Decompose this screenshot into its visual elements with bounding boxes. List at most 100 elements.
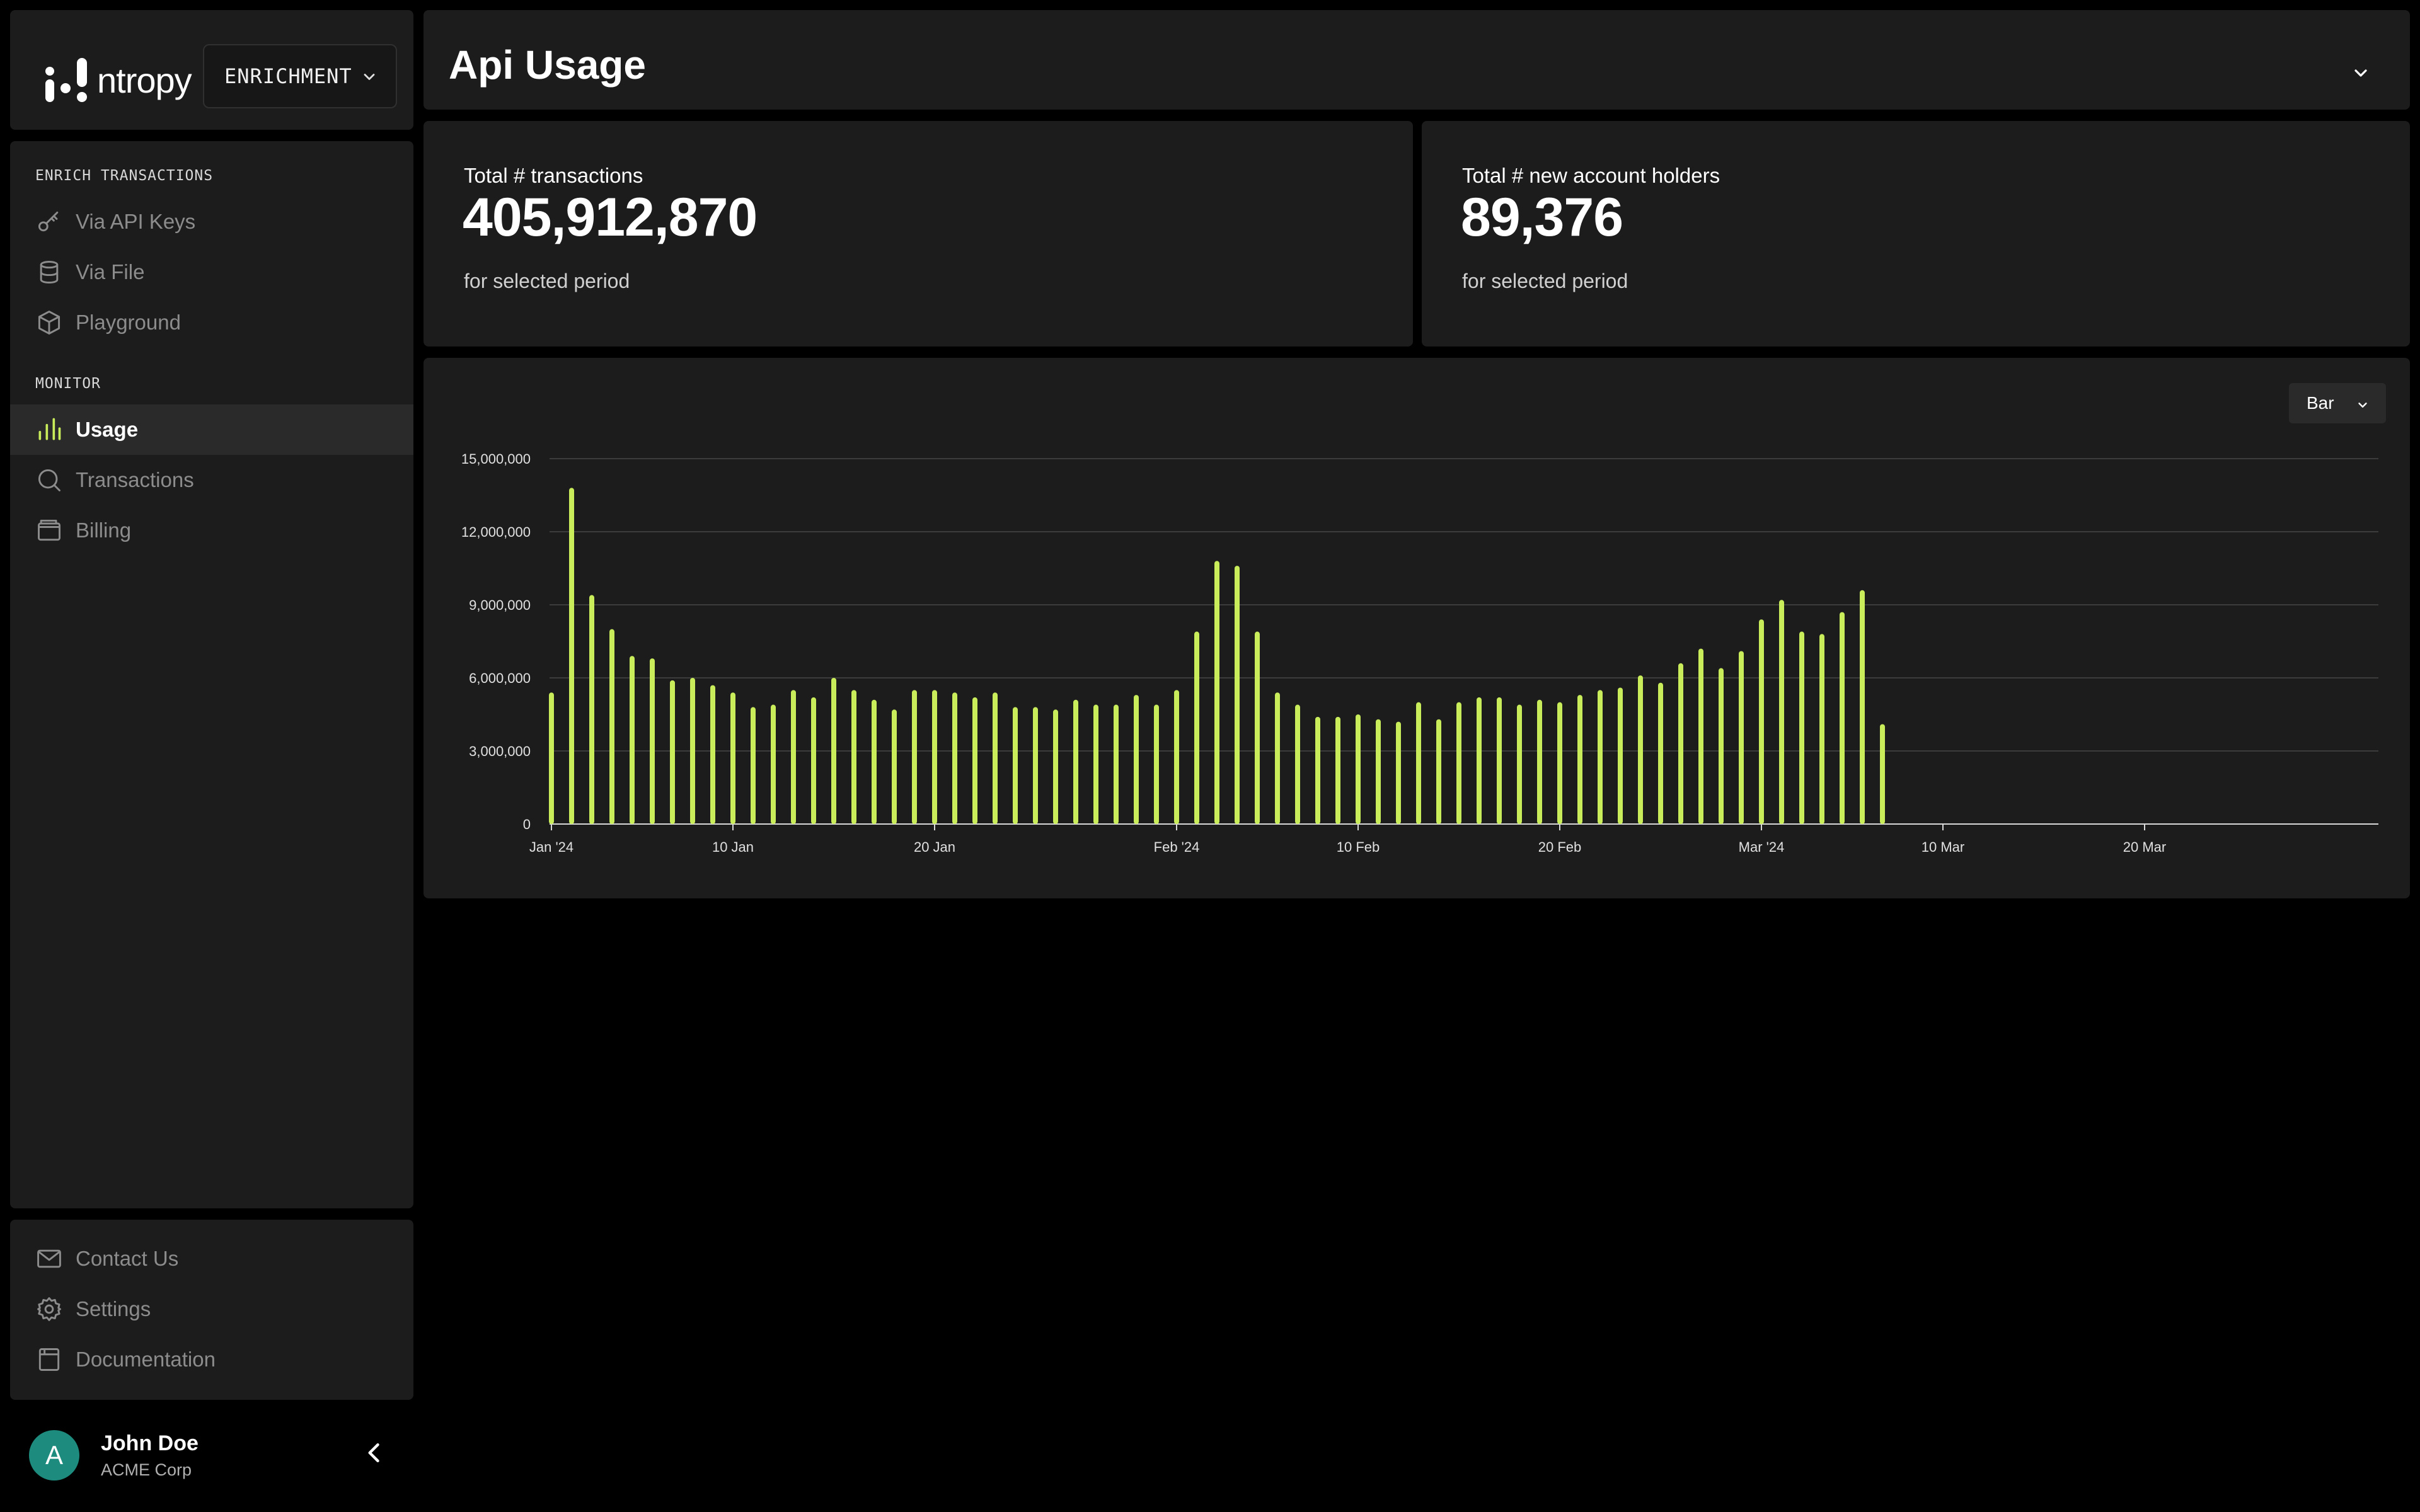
y-tick-label: 0	[523, 816, 531, 832]
chart-bar	[1456, 702, 1461, 824]
usage-chart-card: 0 3,000,000 6,000,000 9,000,000 12,000,000 15…	[424, 358, 2410, 898]
sidebar-item-label: Via API Keys	[76, 210, 196, 233]
stat-label: Total # new account holders	[1462, 164, 1720, 187]
y-tick-label: 12,000,000	[461, 524, 531, 540]
chart-bar	[1376, 719, 1381, 824]
chart-bar	[589, 595, 594, 824]
nav-section-enrich: ENRICH TRANSACTIONS	[35, 168, 214, 184]
x-tick-label: 20 Feb	[1538, 839, 1582, 855]
product-selector-label: ENRICHMENT	[224, 64, 352, 88]
x-tick-label: 10 Feb	[1337, 839, 1380, 855]
chart-bar	[1194, 631, 1199, 824]
chart-bar	[1577, 695, 1582, 824]
chart-bar	[1436, 719, 1441, 824]
gear-icon	[37, 1297, 61, 1321]
chart-bar	[1497, 697, 1502, 824]
x-tick-label: Jan '24	[529, 839, 573, 855]
y-tick-label: 15,000,000	[461, 451, 531, 467]
chart-bar	[952, 692, 957, 824]
logo[interactable]: ntropy	[45, 58, 192, 102]
chart-bar	[1860, 590, 1865, 824]
user-org: ACME Corp	[101, 1460, 192, 1479]
brand-panel: ntropy ENRICHMENT	[10, 10, 413, 130]
sidebar-item-playground[interactable]: Playground	[10, 297, 413, 348]
chart-bar	[690, 678, 695, 824]
stat-label: Total # transactions	[464, 164, 643, 187]
sidebar-item-documentation[interactable]: Documentation	[10, 1334, 413, 1385]
nav-section-monitor: MONITOR	[35, 375, 101, 392]
sidebar-item-label: Playground	[76, 311, 181, 334]
chart-type-selector[interactable]: Bar	[2289, 383, 2386, 423]
usage-bar-chart: 0 3,000,000 6,000,000 9,000,000 12,000,000 15…	[461, 451, 2378, 855]
chart-bar	[1315, 716, 1320, 824]
x-tick-label: Mar '24	[1739, 839, 1785, 855]
chart-bar	[1073, 699, 1078, 824]
chart-bar	[1275, 692, 1280, 824]
chart-bar	[1356, 714, 1361, 824]
sidebar-item-via-file[interactable]: Via File	[10, 247, 413, 297]
stat-value: 89,376	[1461, 187, 1623, 248]
chart-bar	[1759, 619, 1764, 824]
cube-icon	[38, 311, 60, 335]
chart-bar	[1517, 704, 1522, 824]
chart-bar	[710, 685, 715, 824]
chart-bar	[831, 678, 836, 824]
chart-bar	[1638, 675, 1643, 824]
sidebar-item-label: Via File	[76, 260, 145, 284]
chart-bar	[1698, 648, 1703, 824]
chart-bar	[1114, 704, 1119, 824]
stat-card-transactions: Total # transactions 405,912,870 for sel…	[424, 121, 1413, 346]
sidebar-item-transactions[interactable]: Transactions	[10, 455, 413, 505]
chart-bar	[1799, 631, 1804, 824]
page-header: Api Usage	[424, 10, 2410, 110]
stat-card-new-account-holders: Total # new account holders 89,376 for s…	[1422, 121, 2410, 346]
chart-bar	[912, 690, 917, 824]
y-tick-label: 9,000,000	[469, 597, 531, 613]
y-tick-label: 3,000,000	[469, 743, 531, 759]
chart-bar	[1033, 707, 1038, 824]
sidebar-item-billing[interactable]: Billing	[10, 505, 413, 556]
chart-bar	[1013, 707, 1018, 824]
chevron-down-icon	[2358, 403, 2367, 408]
chart-bar	[851, 690, 856, 824]
y-tick-label: 6,000,000	[469, 670, 531, 686]
chevron-down-icon[interactable]	[2351, 63, 2371, 83]
chart-bar	[1779, 600, 1784, 824]
sidebar-item-label: Documentation	[76, 1348, 216, 1371]
chart-bar	[1840, 612, 1845, 824]
chart-bar	[811, 697, 816, 824]
chart-bar	[1255, 631, 1260, 824]
chart-bar	[609, 629, 614, 824]
chart-bar	[771, 704, 776, 824]
chart-type-label: Bar	[2307, 393, 2334, 413]
chart-bar	[1557, 702, 1562, 824]
logo-text: ntropy	[97, 60, 192, 100]
avatar[interactable]: A	[29, 1430, 79, 1480]
chart-bar	[630, 656, 635, 824]
chart-bar	[1819, 634, 1824, 824]
sidebar-item-contact-us[interactable]: Contact Us	[10, 1234, 413, 1284]
chart-bar	[892, 709, 897, 824]
chart-bar	[650, 658, 655, 824]
chart-bar	[932, 690, 937, 824]
chart-bar	[1093, 704, 1098, 824]
chart-bar	[1396, 721, 1401, 824]
x-tick-label: Feb '24	[1154, 839, 1200, 855]
chart-bar	[549, 692, 554, 824]
sidebar-item-usage[interactable]: Usage	[10, 404, 413, 455]
sidebar-item-label: Transactions	[76, 468, 194, 491]
sidebar-item-settings[interactable]: Settings	[10, 1284, 413, 1334]
collapse-sidebar-icon[interactable]	[360, 1439, 388, 1467]
mail-icon	[37, 1249, 61, 1268]
chart-bar	[1235, 566, 1240, 824]
sidebar-item-label: Usage	[76, 418, 139, 441]
sidebar-item-label: Billing	[76, 518, 132, 542]
book-icon	[38, 1348, 60, 1371]
chart-bar	[1214, 561, 1219, 824]
sidebar-item-label: Settings	[76, 1297, 151, 1320]
sidebar-item-label: Contact Us	[76, 1247, 179, 1270]
product-selector[interactable]: ENRICHMENT	[203, 44, 397, 108]
chart-bar	[1134, 695, 1139, 824]
sidebar-item-via-api-keys[interactable]: Via API Keys	[10, 197, 413, 247]
stat-value: 405,912,870	[463, 187, 758, 248]
